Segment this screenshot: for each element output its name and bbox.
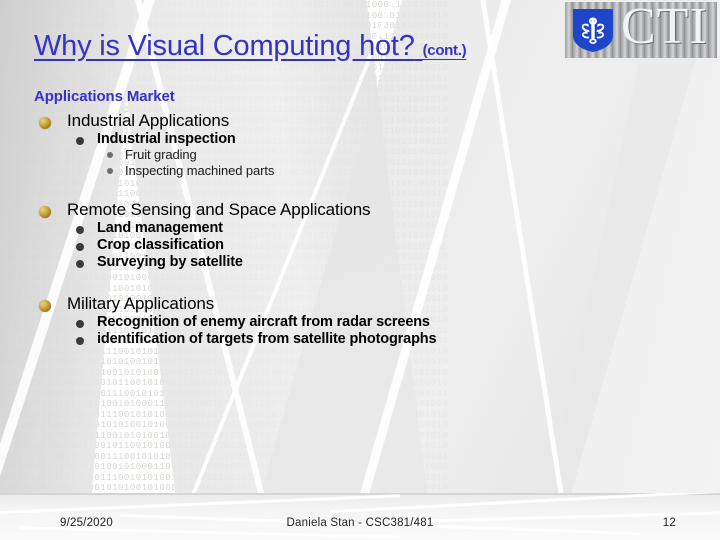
page-title: Why is Visual Computing hot? (cont.)	[34, 30, 594, 63]
slide-body: Applications Market Industrial Applicati…	[34, 88, 694, 349]
bullet-gold-icon	[39, 117, 51, 129]
list-item-label: Industrial Applications	[67, 111, 230, 130]
list-item: Inspecting machined parts	[97, 163, 694, 178]
list-item-label: Inspecting machined parts	[125, 163, 275, 178]
list-item: Recognition of enemy aircraft from radar…	[67, 314, 694, 330]
list-item-label: Industrial inspection	[97, 131, 236, 147]
bullet-group: Remote Sensing and Space Applications La…	[34, 200, 694, 270]
list-item: Industrial Applications Industrial inspe…	[34, 111, 694, 178]
section-heading: Applications Market	[34, 88, 175, 105]
bullet-group: Industrial Applications Industrial inspe…	[34, 111, 694, 178]
list-item: Industrial inspection Fruit grading Insp…	[67, 131, 694, 178]
list-item-label: Crop classification	[97, 237, 224, 253]
bullet-list-level1: Military Applications Recognition of ene…	[34, 294, 694, 347]
list-item-label: Military Applications	[67, 294, 215, 313]
bullet-list-level1: Industrial Applications Industrial inspe…	[34, 111, 694, 178]
bullet-list-level3: Fruit grading Inspecting machined parts	[97, 147, 694, 178]
list-item-label: identification of targets from satellite…	[97, 331, 437, 347]
page-title-main: Why is Visual Computing hot?	[34, 30, 415, 62]
bullet-list-level2: Industrial inspection Fruit grading Insp…	[67, 131, 694, 178]
list-item: Remote Sensing and Space Applications La…	[34, 200, 694, 270]
footer-page-number: 12	[662, 517, 676, 529]
bullet-dark-icon	[76, 320, 84, 328]
bullet-group: Military Applications Recognition of ene…	[34, 294, 694, 347]
bullet-gold-icon	[39, 206, 51, 218]
list-item: Land management	[67, 220, 694, 236]
bullet-gray-icon	[107, 168, 113, 174]
list-item: Fruit grading	[97, 147, 694, 162]
bullet-gold-icon	[39, 300, 51, 312]
list-item: Surveying by satellite	[67, 254, 694, 270]
list-item-label: Recognition of enemy aircraft from radar…	[97, 314, 430, 330]
list-item-label: Fruit grading	[125, 147, 197, 162]
logo-text: CTI	[621, 2, 708, 55]
bullet-dark-icon	[76, 337, 84, 345]
bullet-gray-icon	[107, 152, 113, 158]
list-item-label: Land management	[97, 220, 223, 236]
list-item: Military Applications Recognition of ene…	[34, 294, 694, 347]
bullet-list-level2: Land management Crop classification Surv…	[67, 220, 694, 270]
list-item-label: Remote Sensing and Space Applications	[67, 200, 371, 219]
bullet-dark-icon	[76, 243, 84, 251]
list-item-label: Surveying by satellite	[97, 254, 243, 270]
page-title-suffix: (cont.)	[422, 42, 467, 59]
bullet-dark-icon	[76, 226, 84, 234]
list-item: Crop classification	[67, 237, 694, 253]
bullet-dark-icon	[76, 137, 84, 145]
footer-center-text: Daniela Stan - CSC381/481	[286, 517, 434, 529]
bullet-dark-icon	[76, 260, 84, 268]
bullet-list-level2: Recognition of enemy aircraft from radar…	[67, 314, 694, 347]
bullet-list-level1: Remote Sensing and Space Applications La…	[34, 200, 694, 270]
list-item: identification of targets from satellite…	[67, 331, 694, 347]
slide-canvas: 1001010100101000110010110010100011100101…	[0, 0, 720, 540]
